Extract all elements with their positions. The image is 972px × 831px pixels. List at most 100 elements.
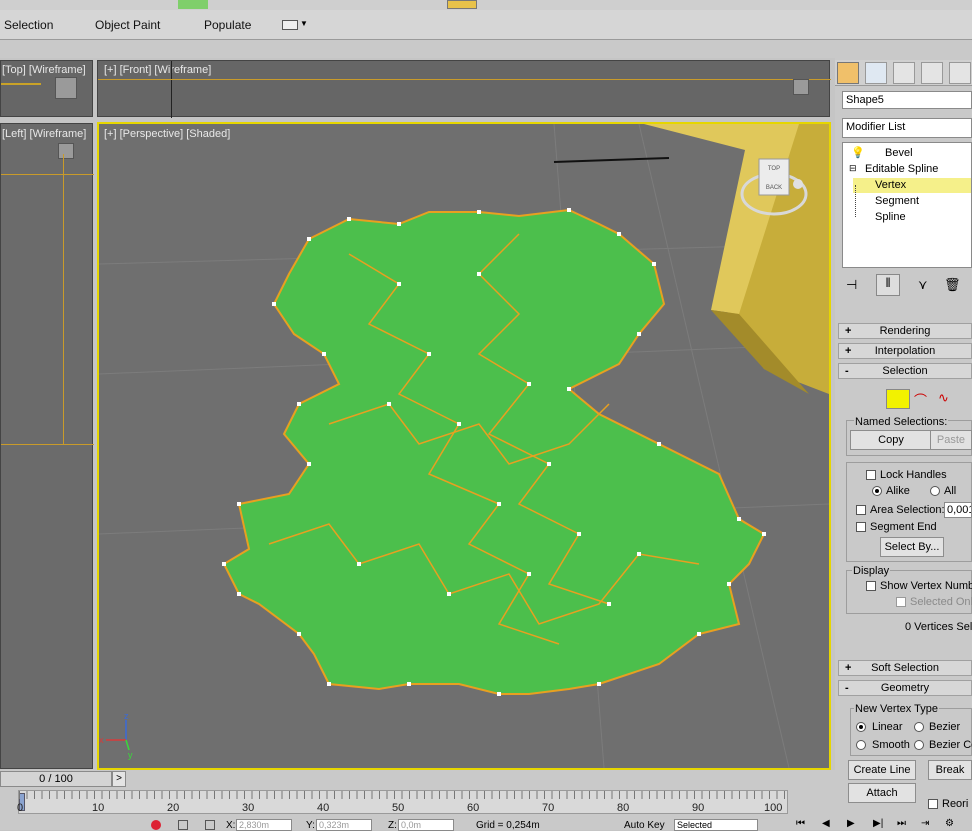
remove-modifier-icon[interactable]: 🗑 <box>944 277 961 293</box>
top-grid-line <box>1 83 41 85</box>
area-selection-checkbox[interactable] <box>856 505 866 515</box>
viewport-top-label[interactable]: [Top] [Wireframe] <box>2 64 86 76</box>
motion-tab-icon[interactable] <box>921 62 943 84</box>
stack-item-editable-spline[interactable]: Editable Spline <box>865 163 938 175</box>
x-coord-input[interactable]: 2,830m <box>236 819 292 831</box>
modify-tab-icon[interactable] <box>865 62 887 84</box>
toolbar-highlight-button[interactable] <box>178 0 208 9</box>
show-vertex-numbers-checkbox[interactable] <box>866 581 876 591</box>
spline-mode-icon[interactable]: ∿ <box>938 390 949 406</box>
transform-mode-icon[interactable] <box>205 820 215 830</box>
break-button[interactable]: Break <box>928 760 972 780</box>
viewcube-home-icon[interactable] <box>793 179 803 189</box>
smooth-radio[interactable] <box>856 740 866 750</box>
viewport-front-label[interactable]: [+] [Front] [Wireframe] <box>104 64 211 76</box>
rollout-rendering[interactable]: + Rendering <box>838 323 972 339</box>
goto-start-icon[interactable]: ⏮ <box>796 818 805 829</box>
tab-populate[interactable]: Populate <box>204 18 251 32</box>
auto-key-button[interactable]: Auto Key <box>624 820 665 831</box>
spline-shape[interactable] <box>222 208 766 696</box>
x-coord-label: X: <box>226 820 236 831</box>
track-bar-tick: 50 <box>392 802 405 814</box>
left-grid-line <box>1 444 94 445</box>
all-radio[interactable] <box>930 486 940 496</box>
viewcube-mini[interactable] <box>55 77 77 99</box>
next-key-icon[interactable]: ▶| <box>873 818 883 829</box>
ribbon-options-dropdown[interactable] <box>282 20 298 30</box>
rollout-selection[interactable]: - Selection <box>838 363 972 379</box>
track-bar-tick: 60 <box>467 802 480 814</box>
tab-selection[interactable]: Selection <box>4 18 53 32</box>
make-unique-icon[interactable]: ⋎ <box>918 277 928 293</box>
copy-button[interactable]: Copy <box>850 430 932 450</box>
time-slider[interactable]: 0 / 100 <box>0 771 112 787</box>
segment-end-checkbox[interactable] <box>856 522 866 532</box>
create-tab-icon[interactable] <box>837 62 859 84</box>
grid-size-label: Grid = 0,254m <box>476 820 540 831</box>
modifier-list-dropdown[interactable]: Modifier List <box>842 118 972 138</box>
hierarchy-tab-icon[interactable] <box>893 62 915 84</box>
pin-stack-icon[interactable]: ⊣ <box>846 277 857 293</box>
stack-item-spline[interactable]: Spline <box>875 211 906 223</box>
stack-tree-line <box>855 185 856 217</box>
command-panel-tabs <box>835 60 972 86</box>
prev-key-icon[interactable]: ◀ <box>822 818 830 829</box>
object-name-field[interactable]: Shape5 <box>842 91 972 109</box>
viewport-left[interactable]: [Left] [Wireframe] <box>0 123 94 769</box>
viewcube-mini[interactable] <box>793 79 809 95</box>
attach-button[interactable]: Attach <box>848 783 916 803</box>
time-config-icon[interactable]: ⚙ <box>945 818 954 829</box>
viewport-top[interactable]: [Top] [Wireframe] <box>0 60 93 117</box>
next-frame-button[interactable]: > <box>112 771 126 787</box>
collapse-icon[interactable]: ⊟ <box>849 163 857 174</box>
bezier-corner-radio[interactable] <box>914 740 924 750</box>
stack-tools: ⊣ ‖ ⋎ 🗑 <box>842 274 972 296</box>
alike-radio[interactable] <box>872 486 882 496</box>
modifier-stack[interactable]: 💡 Bevel ⊟ Editable Spline Vertex Segment… <box>842 142 972 268</box>
area-selection-input[interactable]: 0,001 <box>944 502 972 518</box>
vertex-mode-icon[interactable] <box>886 389 910 409</box>
track-bar-tick: 10 <box>92 802 105 814</box>
z-coord-input[interactable]: 0,0m <box>398 819 454 831</box>
paste-button[interactable]: Paste <box>930 430 972 450</box>
reorient-checkbox[interactable] <box>928 799 938 809</box>
rollout-interpolation[interactable]: + Interpolation <box>838 343 972 359</box>
toolbar-spacer <box>0 40 972 58</box>
rollout-geometry[interactable]: - Geometry <box>838 680 972 696</box>
key-filter-dropdown[interactable]: Selected <box>674 819 758 831</box>
bulb-icon[interactable]: 💡 <box>851 146 865 159</box>
tab-object-paint[interactable]: Object Paint <box>95 18 160 32</box>
track-bar-tick: 90 <box>692 802 705 814</box>
y-coord-label: Y: <box>306 820 315 831</box>
viewport-front[interactable]: [+] [Front] [Wireframe] <box>97 60 831 118</box>
stack-item-bevel[interactable]: Bevel <box>885 147 913 159</box>
lock-selection-icon[interactable] <box>178 820 188 830</box>
linear-radio[interactable] <box>856 722 866 732</box>
selected-only-checkbox[interactable] <box>896 597 906 607</box>
toolbar-active-button[interactable] <box>447 0 477 9</box>
lock-handles-checkbox[interactable] <box>866 470 876 480</box>
segment-mode-icon[interactable]: ⌒ <box>914 390 927 409</box>
show-end-result-icon[interactable]: ‖ <box>876 274 900 296</box>
create-line-button[interactable]: Create Line <box>848 760 916 780</box>
stack-item-segment[interactable]: Segment <box>875 195 919 207</box>
rollout-geometry-title: Geometry <box>880 682 930 694</box>
alike-label: Alike <box>886 485 910 497</box>
track-bar-tick: 70 <box>542 802 555 814</box>
record-icon[interactable] <box>151 820 161 830</box>
selected-only-label: Selected Onl <box>910 596 972 608</box>
stack-item-vertex[interactable]: Vertex <box>875 179 906 191</box>
play-icon[interactable]: ▶ <box>847 818 855 829</box>
rollout-soft-selection[interactable]: + Soft Selection <box>838 660 972 676</box>
select-by-button[interactable]: Select By... <box>880 537 944 557</box>
viewcube-mini[interactable] <box>58 143 74 159</box>
goto-end-icon[interactable]: ⏭ <box>897 818 906 829</box>
status-bar: X: 2,830m Y: 0,323m Z: 0,0m Grid = 0,254… <box>0 818 835 831</box>
spline-fill[interactable] <box>222 208 766 695</box>
display-tab-icon[interactable] <box>949 62 971 84</box>
key-mode-icon[interactable]: ⇥ <box>921 818 929 829</box>
bezier-radio[interactable] <box>914 722 924 732</box>
y-coord-input[interactable]: 0,323m <box>316 819 372 831</box>
viewport-left-label[interactable]: [Left] [Wireframe] <box>2 128 86 140</box>
viewport-perspective[interactable]: [+] [Perspective] [Shaded] TOP BACK z x … <box>97 122 831 770</box>
